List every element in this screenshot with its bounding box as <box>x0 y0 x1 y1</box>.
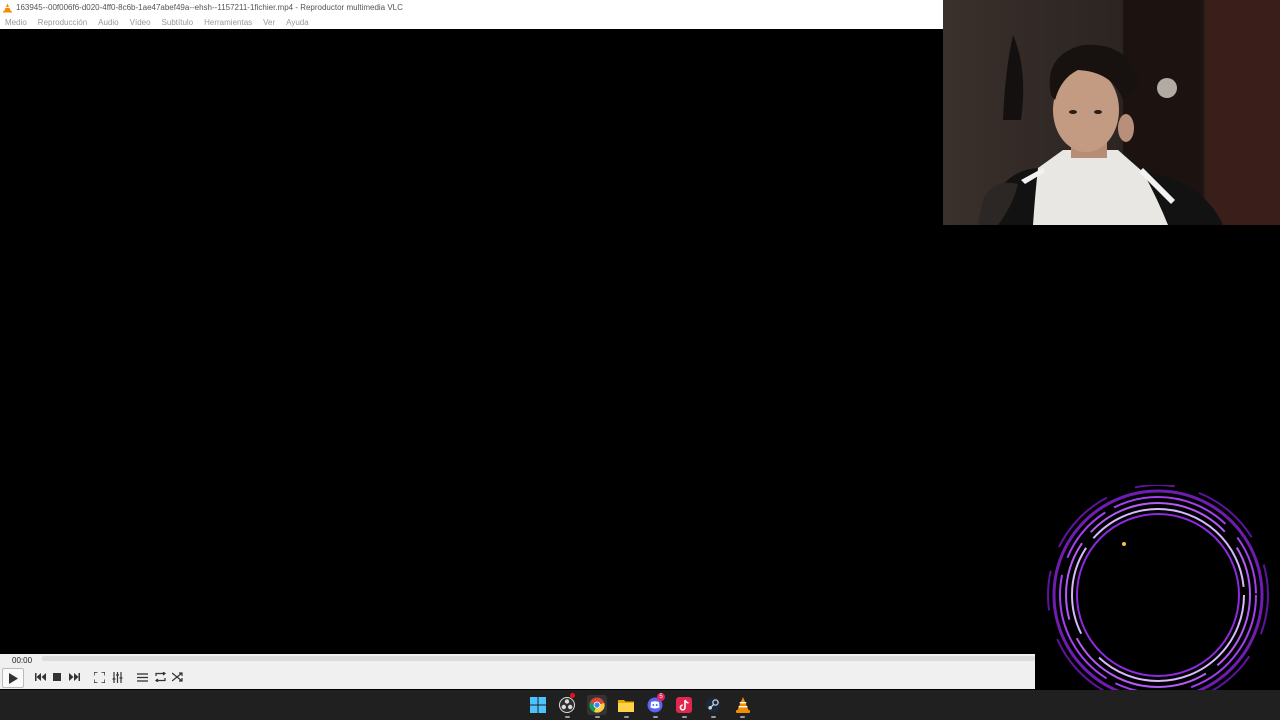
menu-bar: Medio Reproducción Audio Vídeo Subtítulo… <box>0 15 943 29</box>
steam-icon <box>705 697 721 713</box>
previous-button[interactable] <box>33 668 47 686</box>
windows-start-icon <box>530 697 546 713</box>
next-button[interactable] <box>67 668 81 686</box>
extended-settings-button[interactable] <box>110 668 124 686</box>
playlist-icon <box>136 672 148 682</box>
vlc-window: 163945--00f006f6-d020-4ff0-8c6b-1ae47abe… <box>0 0 943 690</box>
steam-running-indicator <box>711 716 716 718</box>
tiktok-icon <box>676 697 692 713</box>
menu-ver[interactable]: Ver <box>263 18 275 27</box>
shuffle-button[interactable] <box>170 668 184 686</box>
menu-reproduccion[interactable]: Reproducción <box>38 18 87 27</box>
fullscreen-button[interactable] <box>92 668 106 686</box>
loop-icon <box>154 672 166 682</box>
taskbar-obs[interactable] <box>557 695 577 715</box>
vlc-cone-icon <box>3 3 12 12</box>
chrome-running-indicator <box>595 716 600 718</box>
discord-notification-badge: 5 <box>657 693 665 701</box>
seek-row: 00:00 <box>0 654 1035 666</box>
previous-icon <box>34 673 46 681</box>
play-button[interactable] <box>2 668 24 688</box>
menu-ayuda[interactable]: Ayuda <box>286 18 309 27</box>
obs-icon <box>559 697 575 713</box>
circular-visualizer-graphic <box>1047 484 1269 706</box>
tiktok-running-indicator <box>682 716 687 718</box>
fullscreen-icon <box>93 671 105 683</box>
loop-button[interactable] <box>153 668 167 686</box>
time-elapsed: 00:00 <box>12 656 33 665</box>
explorer-running-indicator <box>624 716 629 718</box>
obs-recording-dot <box>570 693 575 698</box>
menu-subtitulo[interactable]: Subtítulo <box>162 18 194 27</box>
menu-video[interactable]: Vídeo <box>130 18 151 27</box>
desktop-screen: 163945--00f006f6-d020-4ff0-8c6b-1ae47abe… <box>0 0 1280 720</box>
seek-slider[interactable] <box>42 656 1035 661</box>
playback-controls: 00:00 <box>0 654 1035 689</box>
stop-icon <box>53 673 61 681</box>
vlc-icon <box>736 697 750 713</box>
chrome-icon <box>589 697 605 713</box>
start-button[interactable] <box>528 695 548 715</box>
obs-running-indicator <box>565 716 570 718</box>
windows-taskbar: 5 <box>0 690 1280 720</box>
taskbar-vlc[interactable] <box>733 695 753 715</box>
taskbar-steam[interactable] <box>703 695 723 715</box>
taskbar-file-explorer[interactable] <box>616 695 636 715</box>
audio-visualizer <box>1043 484 1273 715</box>
window-title: 163945--00f006f6-d020-4ff0-8c6b-1ae47abe… <box>16 3 403 12</box>
shuffle-icon <box>171 672 183 682</box>
play-icon <box>9 672 18 684</box>
video-area[interactable] <box>0 29 943 654</box>
taskbar-tiktok[interactable] <box>674 695 694 715</box>
menu-herramientas[interactable]: Herramientas <box>204 18 252 27</box>
title-bar: 163945--00f006f6-d020-4ff0-8c6b-1ae47abe… <box>0 0 943 15</box>
streamer-camera-image <box>943 0 1280 225</box>
control-buttons <box>0 668 1035 688</box>
stop-button[interactable] <box>51 668 63 686</box>
extended-settings-icon <box>112 671 122 683</box>
vlc-running-indicator <box>740 716 745 718</box>
menu-medio[interactable]: Medio <box>5 18 27 27</box>
webcam-feed <box>943 0 1280 225</box>
next-icon <box>68 673 80 681</box>
file-explorer-icon <box>618 700 634 712</box>
taskbar-chrome[interactable] <box>587 695 607 715</box>
discord-running-indicator <box>653 716 658 718</box>
menu-audio[interactable]: Audio <box>98 18 118 27</box>
playlist-button[interactable] <box>135 668 149 686</box>
